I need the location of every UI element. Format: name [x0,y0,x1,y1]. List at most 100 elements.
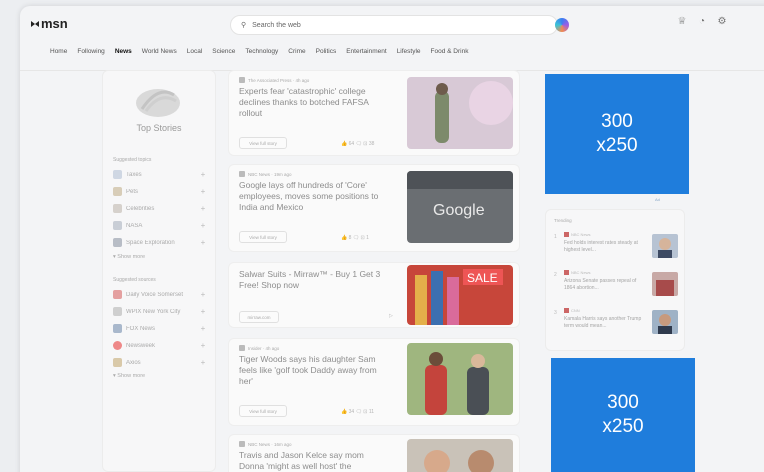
topic-icon [113,204,122,213]
source-icon [113,324,122,333]
trending-title: Trending [554,218,572,223]
source-item[interactable]: Daily Voice Somerset + [113,289,207,300]
topic-item[interactable]: Space Exploration + [113,237,207,248]
sponsored-card[interactable]: Salwar Suits - Mirraw™ - Buy 1 Get 3 Fre… [228,262,520,328]
card-headline[interactable]: Salwar Suits - Mirraw™ - Buy 1 Get 3 Fre… [239,269,389,291]
topic-item[interactable]: Pets + [113,186,207,197]
publisher-icon [239,77,245,83]
card-thumbnail[interactable] [407,439,513,472]
follow-plus-icon[interactable]: + [199,221,207,230]
view-full-story-button[interactable]: View full story [239,405,287,417]
show-more-topics[interactable]: ▾ Show more [113,254,145,260]
nav-food-drink[interactable]: Food & Drink [431,48,469,55]
follow-plus-icon[interactable]: + [199,238,207,247]
topic-icon [113,221,122,230]
source-item[interactable]: Axios + [113,357,207,368]
settings-gear-icon[interactable]: ⚙ [715,16,729,27]
news-card[interactable]: NBC News · 16m ago Travis and Jason Kelc… [228,434,520,472]
publisher-icon [239,171,245,177]
publisher-icon [239,441,245,447]
card-headline[interactable]: Google lays off hundreds of 'Core' emplo… [239,180,389,213]
follow-plus-icon[interactable]: + [199,187,207,196]
topic-icon [113,170,122,179]
card-thumbnail[interactable] [407,343,513,415]
follow-plus-icon[interactable]: + [199,307,207,316]
card-reactions[interactable]: 👍 64 🗨 ⊡ 38 [341,141,374,147]
ad-placeholder[interactable]: 300 x250 [551,358,695,472]
view-full-story-button[interactable]: View full story [239,137,287,149]
topic-item[interactable]: Taxes + [113,169,207,180]
nav-science[interactable]: Science [212,48,235,55]
card-source: The Associated Press · 4h ago [239,77,309,83]
search-placeholder: Search the web [252,21,301,29]
logo-text: msn [41,16,68,31]
publisher-icon [564,270,569,275]
nav-crime[interactable]: Crime [288,48,305,55]
publisher-icon [239,345,245,351]
source-icon [113,307,122,316]
nav-lifestyle[interactable]: Lifestyle [397,48,421,55]
follow-plus-icon[interactable]: + [199,341,207,350]
ad-placeholder[interactable]: 300 x250 [545,74,689,194]
sponsor-link[interactable]: mirraw.com [239,311,279,323]
nav-news[interactable]: News [115,48,132,55]
search-input[interactable]: ⚲ Search the web [230,15,558,35]
nav-following[interactable]: Following [77,48,104,55]
trending-item[interactable]: 2 NBC News Arizona Senate passes repeal … [554,270,682,304]
trending-item[interactable]: 1 NBC News Fed holds interest rates stea… [554,232,682,266]
card-source: NBC News · 19m ago [239,171,292,177]
card-headline[interactable]: Experts fear 'catastrophic' college decl… [239,86,389,119]
share-arrow-icon[interactable]: ▷ [389,313,393,319]
follow-plus-icon[interactable]: + [199,358,207,367]
topic-item[interactable]: Celebrities + [113,203,207,214]
card-thumbnail[interactable]: SALE [407,265,513,325]
follow-plus-icon[interactable]: + [199,324,207,333]
news-card[interactable]: NBC News · 19m ago Google lays off hundr… [228,164,520,252]
source-icon [113,290,122,299]
card-reactions[interactable]: 👍 34 🗨 ⊡ 11 [341,409,374,415]
nav-technology[interactable]: Technology [245,48,278,55]
follow-plus-icon[interactable]: + [199,170,207,179]
source-item[interactable]: WPIX New York City + [113,306,207,317]
copilot-icon[interactable] [555,18,569,32]
trending-thumbnail [652,272,678,296]
trending-thumbnail [652,234,678,258]
nav-politics[interactable]: Politics [316,48,337,55]
source-icon [113,341,122,350]
source-item[interactable]: FOX News + [113,323,207,334]
ad-label[interactable]: Ad [655,197,660,202]
rewards-icon[interactable]: ♕ [675,16,689,27]
publisher-icon [564,308,569,313]
trending-item[interactable]: 3 CNN Kamala Harris says another Trump t… [554,308,682,342]
nav-entertainment[interactable]: Entertainment [346,48,386,55]
trending-panel: Trending 1 NBC News Fed holds interest r… [545,209,685,351]
msn-logo[interactable]: msn [30,16,68,31]
card-reactions[interactable]: 👍 8 🗨 ⊡ 1 [341,235,369,241]
news-card[interactable]: Insider · 4h ago Tiger Woods says his da… [228,338,520,426]
notifications-icon[interactable]: ◔ [695,16,709,27]
top-stories-title: Top Stories [136,123,182,133]
nav-home[interactable]: Home [50,48,67,55]
top-stories-hero-image [136,89,180,117]
card-headline[interactable]: Tiger Woods says his daughter Sam feels … [239,354,389,387]
source-item[interactable]: Newsweek + [113,340,207,351]
trending-thumbnail [652,310,678,334]
show-more-sources[interactable]: ▾ Show more [113,373,145,379]
news-card[interactable]: The Associated Press · 4h ago Experts fe… [228,70,520,156]
sidebar: Top Stories Suggested topics Taxes + Pets… [102,70,216,472]
svg-text:SALE: SALE [467,271,498,285]
source-icon [113,358,122,367]
suggested-topics-title: Suggested topics [113,157,152,163]
nav-world-news[interactable]: World News [142,48,177,55]
nav-local[interactable]: Local [187,48,203,55]
card-headline[interactable]: Travis and Jason Kelce say mom Donna 'mi… [239,450,389,472]
card-thumbnail[interactable]: Google [407,171,513,243]
butterfly-icon [31,20,39,27]
topic-item[interactable]: NASA + [113,220,207,231]
publisher-icon [564,232,569,237]
card-thumbnail[interactable] [407,77,513,149]
follow-plus-icon[interactable]: + [199,204,207,213]
view-full-story-button[interactable]: View full story [239,231,287,243]
follow-plus-icon[interactable]: + [199,290,207,299]
topic-icon [113,238,122,247]
